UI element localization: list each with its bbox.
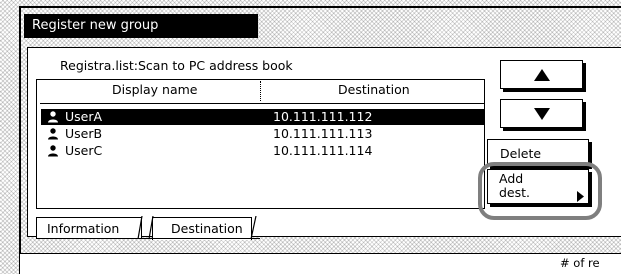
tab-slant-edge — [250, 216, 257, 240]
address-book-list-title: Registra.list:Scan to PC address book — [60, 58, 293, 73]
tab-destination[interactable]: Destination — [152, 217, 252, 240]
tab-information-label: Information — [47, 221, 120, 236]
user-icon — [48, 111, 58, 123]
list-item-name: UserA — [65, 109, 103, 124]
list-item-name: UserB — [65, 126, 103, 141]
tab-slant-divider — [137, 216, 154, 240]
tab-destination-label: Destination — [171, 221, 243, 236]
list-item[interactable]: UserC 10.111.111.114 — [41, 143, 484, 159]
header-rule — [40, 103, 484, 104]
delete-button-label: Delete — [500, 146, 542, 161]
tab-information[interactable]: Information — [36, 217, 142, 239]
list-item-destination: 10.111.111.113 — [273, 126, 373, 141]
list-item-destination: 10.111.111.114 — [273, 143, 373, 158]
list-item-name: UserC — [65, 143, 103, 158]
status-text: # of re — [560, 256, 600, 270]
column-header-display-name[interactable]: Display name — [112, 82, 198, 97]
tabs-baseline — [36, 238, 260, 239]
scroll-down-button[interactable] — [500, 99, 583, 128]
status-bar — [20, 253, 621, 274]
list-item[interactable]: UserB 10.111.111.113 — [41, 126, 484, 142]
list-item-destination: 10.111.111.112 — [273, 109, 373, 124]
user-icon — [48, 128, 58, 140]
dialog-title: Register new group — [24, 14, 258, 38]
list-item[interactable]: UserA 10.111.111.112 — [41, 109, 484, 125]
triangle-up-icon — [533, 68, 550, 81]
column-header-destination[interactable]: Destination — [338, 82, 410, 97]
scroll-up-button[interactable] — [500, 60, 583, 89]
triangle-down-icon — [533, 107, 550, 120]
user-icon — [48, 145, 58, 157]
column-divider — [260, 81, 261, 101]
callout-highlight — [478, 162, 602, 220]
